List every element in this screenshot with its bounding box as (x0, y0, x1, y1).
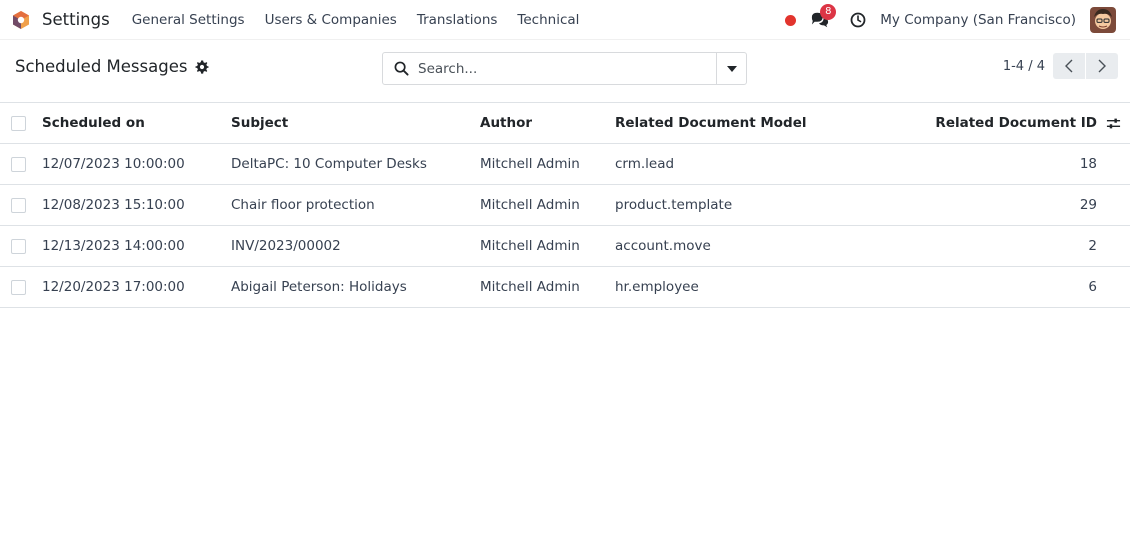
odoo-logo-icon[interactable] (11, 10, 31, 30)
page-title: Scheduled Messages (15, 57, 210, 76)
company-switcher[interactable]: My Company (San Francisco) (880, 12, 1076, 28)
app-name[interactable]: Settings (42, 10, 110, 29)
row-checkbox[interactable] (11, 197, 26, 213)
pager-previous-button[interactable] (1053, 53, 1085, 79)
cell-related-model: hr.employee (615, 266, 915, 308)
table-row[interactable]: 12/20/2023 17:00:00 Abigail Peterson: Ho… (0, 266, 1130, 308)
main-menu: General Settings Users & Companies Trans… (122, 12, 590, 28)
column-header-author[interactable]: Author (480, 102, 615, 144)
menu-general-settings[interactable]: General Settings (132, 12, 245, 28)
pager: 1-4 / 4 (1003, 53, 1118, 79)
sliders-icon[interactable] (1106, 116, 1122, 132)
table-row[interactable]: 12/08/2023 15:10:00 Chair floor protecti… (0, 184, 1130, 226)
cell-author: Mitchell Admin (480, 225, 615, 267)
search-input[interactable] (418, 54, 718, 83)
cell-subject: Abigail Peterson: Holidays (231, 266, 480, 308)
page-title-text: Scheduled Messages (15, 57, 188, 76)
row-select-cell (0, 184, 42, 226)
cell-subject: INV/2023/00002 (231, 225, 480, 267)
column-header-subject[interactable]: Subject (231, 102, 480, 144)
search-bar (382, 52, 747, 85)
scheduled-messages-table: Scheduled on Subject Author Related Docu… (0, 102, 1130, 308)
cell-scheduled-on: 12/20/2023 17:00:00 (42, 266, 231, 308)
row-select-cell (0, 143, 42, 185)
row-checkbox[interactable] (11, 156, 26, 172)
cell-scheduled-on: 12/07/2023 10:00:00 (42, 143, 231, 185)
search-options-toggle[interactable] (716, 53, 746, 84)
menu-translations[interactable]: Translations (417, 12, 498, 28)
caret-down-icon (726, 65, 737, 72)
cell-related-id: 18 (915, 143, 1130, 185)
menu-users-companies[interactable]: Users & Companies (265, 12, 397, 28)
cell-author: Mitchell Admin (480, 184, 615, 226)
cell-related-model: product.template (615, 184, 915, 226)
cell-scheduled-on: 12/08/2023 15:10:00 (42, 184, 231, 226)
cell-related-id: 29 (915, 184, 1130, 226)
column-header-related-id[interactable]: Related Document ID (935, 115, 1097, 131)
top-navbar: Settings General Settings Users & Compan… (0, 0, 1130, 40)
menu-technical[interactable]: Technical (517, 12, 579, 28)
search-icon (394, 61, 410, 77)
row-checkbox[interactable] (11, 238, 26, 254)
row-select-cell (0, 266, 42, 308)
cell-related-model: account.move (615, 225, 915, 267)
navbar-systray: 8 My Company (San Francisco) (785, 0, 1116, 40)
cell-author: Mitchell Admin (480, 143, 615, 185)
pager-value[interactable]: 1-4 / 4 (1003, 59, 1045, 74)
chat-count-badge: 8 (820, 4, 837, 20)
control-panel: Scheduled Messages 1-4 / 4 (0, 40, 1130, 102)
select-all-cell (0, 102, 42, 144)
table-header-row: Scheduled on Subject Author Related Docu… (0, 102, 1130, 144)
cell-subject: Chair floor protection (231, 184, 480, 226)
table-row[interactable]: 12/07/2023 10:00:00 DeltaPC: 10 Computer… (0, 143, 1130, 185)
row-select-cell (0, 225, 42, 267)
chevron-left-icon (1065, 59, 1073, 73)
cell-related-model: crm.lead (615, 143, 915, 185)
column-header-related-model[interactable]: Related Document Model (615, 102, 915, 144)
cell-scheduled-on: 12/13/2023 14:00:00 (42, 225, 231, 267)
cell-related-id: 6 (915, 266, 1130, 308)
table-row[interactable]: 12/13/2023 14:00:00 INV/2023/00002 Mitch… (0, 225, 1130, 267)
user-avatar[interactable] (1090, 7, 1116, 33)
gear-icon[interactable] (195, 59, 210, 74)
column-header-scheduled-on[interactable]: Scheduled on (42, 102, 231, 144)
cell-subject: DeltaPC: 10 Computer Desks (231, 143, 480, 185)
chat-button[interactable]: 8 (810, 4, 837, 30)
cell-related-id: 2 (915, 225, 1130, 267)
clock-icon[interactable] (850, 12, 866, 28)
row-checkbox[interactable] (11, 279, 26, 295)
chevron-right-icon (1098, 59, 1106, 73)
column-header-related-id-cell: Related Document ID (915, 102, 1130, 144)
pager-next-button[interactable] (1086, 53, 1118, 79)
cell-author: Mitchell Admin (480, 266, 615, 308)
record-dot-icon[interactable] (785, 14, 797, 26)
select-all-checkbox[interactable] (11, 115, 26, 131)
